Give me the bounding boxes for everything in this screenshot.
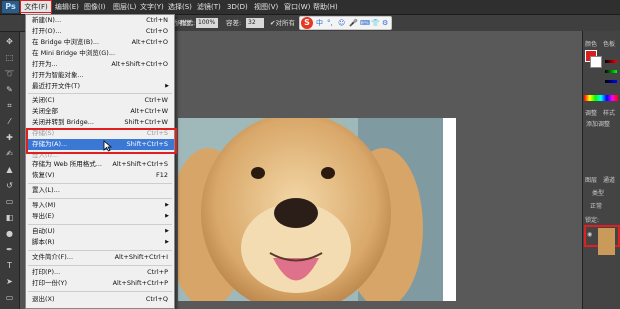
menu-item-print[interactable]: 打印(P)... Ctrl+P bbox=[26, 267, 174, 278]
tab-channels[interactable]: 通道 bbox=[603, 175, 615, 184]
tolerance-field[interactable]: 32 bbox=[246, 18, 264, 28]
menu-filter[interactable]: 滤镜(T) bbox=[197, 0, 221, 14]
tab-layers[interactable]: 图层 bbox=[585, 175, 597, 184]
menu-layer[interactable]: 图层(L) bbox=[113, 0, 136, 14]
layer-thumbnail[interactable] bbox=[598, 228, 615, 243]
marquee-tool-icon[interactable]: ⬚ bbox=[4, 52, 15, 63]
menu-item-open[interactable]: 打开(O)... Ctrl+O bbox=[26, 26, 174, 37]
menu-item-save-for-web[interactable]: 存储为 Web 所用格式... Alt+Shift+Ctrl+S bbox=[26, 159, 174, 170]
shape-tool-icon[interactable]: ▭ bbox=[4, 292, 15, 303]
menu-item-open-as[interactable]: 打开为... Alt+Shift+Ctrl+O bbox=[26, 59, 174, 70]
menu-help[interactable]: 帮助(H) bbox=[313, 0, 338, 14]
crop-tool-icon[interactable]: ⌗ bbox=[4, 100, 15, 111]
stamp-tool-icon[interactable]: ▲ bbox=[4, 164, 15, 175]
mouse-cursor-icon bbox=[103, 140, 113, 154]
annotation-box bbox=[26, 128, 177, 154]
menu-item-scripts[interactable]: 脚本(R) ▶ bbox=[26, 237, 174, 248]
path-select-icon[interactable]: ➤ bbox=[4, 276, 15, 287]
background-color-swatch[interactable] bbox=[590, 56, 602, 68]
menu-image[interactable]: 图像(I) bbox=[84, 0, 106, 14]
lasso-tool-icon[interactable]: ➰ bbox=[4, 68, 15, 79]
layer-kind-filter[interactable]: 类型 bbox=[592, 188, 604, 197]
color-ramp[interactable] bbox=[584, 95, 618, 101]
menu-item-browse-mini-bridge[interactable]: 在 Mini Bridge 中浏览(G)... bbox=[26, 48, 174, 59]
brush-tool-icon[interactable]: ✍ bbox=[4, 148, 15, 159]
tab-adjustments[interactable]: 调整 bbox=[585, 108, 597, 117]
gradient-tool-icon[interactable]: ◧ bbox=[4, 212, 15, 223]
puppy-photo[interactable] bbox=[178, 118, 456, 301]
chinese-mode-icon[interactable]: 中 bbox=[316, 17, 323, 29]
menu-item-place[interactable]: 置入(L)... bbox=[26, 185, 174, 196]
menu-select[interactable]: 选择(S) bbox=[168, 0, 192, 14]
microphone-icon[interactable]: 🎤 bbox=[349, 17, 358, 29]
layer-thumbnail[interactable] bbox=[598, 243, 615, 255]
menu-edit[interactable]: 编辑(E) bbox=[55, 0, 79, 14]
sample-all-checkbox[interactable]: ✔对所有 bbox=[270, 15, 295, 31]
menu-item-recent-files[interactable]: 最近打开文件(T) ▶ bbox=[26, 81, 174, 92]
photoshop-logo: Ps bbox=[2, 1, 19, 13]
lock-label: 锁定: bbox=[585, 217, 600, 224]
menu-item-exit[interactable]: 退出(X) Ctrl+Q bbox=[26, 294, 174, 305]
blue-slider[interactable] bbox=[605, 80, 617, 83]
menu-separator bbox=[28, 93, 172, 94]
menu-view[interactable]: 视图(V) bbox=[254, 0, 278, 14]
menu-item-file-info[interactable]: 文件简介(F)... Alt+Shift+Ctrl+I bbox=[26, 252, 174, 263]
menu-item-close[interactable]: 关闭(C) Ctrl+W bbox=[26, 95, 174, 106]
menu-window[interactable]: 窗口(W) bbox=[284, 0, 310, 14]
eyedropper-tool-icon[interactable]: ⁄ bbox=[4, 116, 15, 127]
menu-item-browse-bridge[interactable]: 在 Bridge 中浏览(B)... Alt+Ctrl+O bbox=[26, 37, 174, 48]
settings-icon[interactable]: ⚙ bbox=[382, 17, 388, 29]
dodge-tool-icon[interactable]: ● bbox=[4, 228, 15, 239]
annotation-box bbox=[20, 0, 52, 13]
menu-separator bbox=[28, 250, 172, 251]
keyboard-icon[interactable]: ⌨ bbox=[360, 17, 370, 29]
menu-item-close-all[interactable]: 关闭全部 Alt+Ctrl+W bbox=[26, 106, 174, 117]
emoji-icon[interactable]: ☺ bbox=[338, 17, 345, 29]
quick-select-tool-icon[interactable]: ✎ bbox=[4, 84, 15, 95]
eraser-tool-icon[interactable]: ▭ bbox=[4, 196, 15, 207]
menu-separator bbox=[28, 265, 172, 266]
menu-separator bbox=[28, 224, 172, 225]
menu-separator bbox=[28, 198, 172, 199]
history-brush-icon[interactable]: ↺ bbox=[4, 180, 15, 191]
opacity-field[interactable]: 100% bbox=[196, 18, 218, 28]
menu-item-print-one[interactable]: 打印一份(Y) Alt+Shift+Ctrl+P bbox=[26, 278, 174, 289]
tab-styles[interactable]: 样式 bbox=[603, 108, 615, 117]
add-adjustment-label: 添加调整 bbox=[586, 121, 611, 128]
menu-item-close-go-bridge[interactable]: 关闭并转到 Bridge... Shift+Ctrl+W bbox=[26, 117, 174, 128]
healing-tool-icon[interactable]: ✚ bbox=[4, 132, 15, 143]
menu-item-import[interactable]: 导入(M) ▶ bbox=[26, 200, 174, 211]
red-slider[interactable] bbox=[605, 60, 617, 63]
move-tool-icon[interactable]: ✥ bbox=[4, 36, 15, 47]
tab-color[interactable]: 颜色 bbox=[585, 39, 597, 48]
visibility-eye-icon[interactable]: ◉ bbox=[587, 231, 592, 238]
tolerance-label: 容差: bbox=[226, 19, 242, 27]
sogou-logo-icon: S bbox=[301, 17, 313, 29]
type-tool-icon[interactable]: T bbox=[4, 260, 15, 271]
menu-item-revert[interactable]: 恢复(V) F12 bbox=[26, 170, 174, 181]
green-slider[interactable] bbox=[605, 70, 617, 73]
pen-tool-icon[interactable]: ✒ bbox=[4, 244, 15, 255]
menu-3d[interactable]: 3D(D) bbox=[227, 0, 248, 14]
menu-separator bbox=[28, 183, 172, 184]
menu-separator bbox=[28, 291, 172, 292]
menu-item-new[interactable]: 新建(N)... Ctrl+N bbox=[26, 15, 174, 26]
menu-item-automate[interactable]: 自动(U) ▶ bbox=[26, 226, 174, 237]
menu-item-open-smart-object[interactable]: 打开为智能对象... bbox=[26, 70, 174, 81]
blend-mode-select[interactable]: 正常 bbox=[590, 201, 602, 210]
menu-type[interactable]: 文字(Y) bbox=[140, 0, 164, 14]
skin-icon[interactable]: 👕 bbox=[371, 17, 380, 29]
menu-item-export[interactable]: 导出(E) ▶ bbox=[26, 211, 174, 222]
tab-swatches[interactable]: 色板 bbox=[603, 39, 615, 48]
punctuation-icon[interactable]: °, bbox=[327, 17, 333, 29]
